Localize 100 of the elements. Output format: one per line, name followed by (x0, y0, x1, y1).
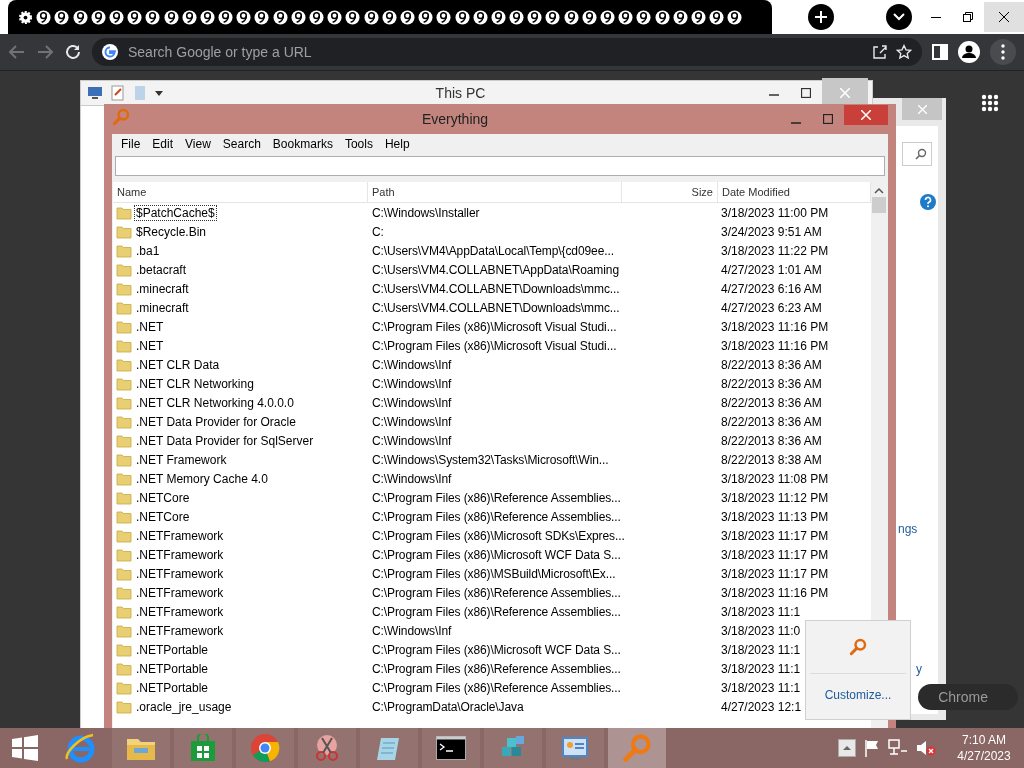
tab-favicon-icon[interactable] (127, 9, 143, 25)
flag-icon[interactable] (864, 739, 880, 757)
side-panel-icon[interactable] (932, 44, 948, 60)
file-name[interactable]: .NETFramework (135, 604, 225, 619)
column-header[interactable]: Name (113, 182, 368, 202)
profile-icon[interactable] (958, 41, 980, 63)
menu-item[interactable]: Edit (146, 137, 180, 151)
tab-favicon-icon[interactable] (272, 9, 288, 25)
tab-favicon-icon[interactable] (72, 9, 88, 25)
tab-favicon-icon[interactable] (163, 9, 179, 25)
file-name[interactable]: .NET Framework (135, 452, 228, 467)
file-name[interactable]: .NET Data Provider for Oracle (135, 414, 297, 429)
help-icon[interactable] (920, 194, 936, 210)
tab-favicon-icon[interactable] (454, 9, 470, 25)
star-icon[interactable] (896, 44, 912, 60)
file-name[interactable]: .NETFramework (135, 547, 225, 562)
windows-logo-icon[interactable] (12, 735, 38, 761)
volume-muted-icon[interactable] (916, 739, 936, 757)
column-header[interactable]: Path (368, 182, 622, 202)
tab-favicon-icon[interactable] (727, 9, 743, 25)
taskbar-button[interactable] (422, 728, 480, 768)
caret-icon[interactable] (155, 89, 163, 97)
tab-favicon-icon[interactable] (490, 9, 506, 25)
file-name[interactable]: .NET CLR Networking 4.0.0.0 (135, 395, 295, 410)
column-header[interactable]: Size (622, 182, 718, 202)
menu-icon[interactable] (990, 39, 1016, 65)
link-fragment[interactable]: y (916, 662, 922, 676)
file-name[interactable]: .NETFramework (135, 566, 225, 581)
file-name[interactable]: .NETPortable (135, 661, 210, 676)
tab-favicon-icon[interactable] (581, 9, 597, 25)
tab-favicon-icon[interactable] (199, 9, 215, 25)
menu-item[interactable]: Help (378, 137, 416, 151)
tab-search-button[interactable] (886, 4, 912, 30)
scroll-thumb[interactable] (872, 197, 886, 213)
scroll-up-icon[interactable] (874, 187, 884, 195)
tab-favicon-icon[interactable] (345, 9, 361, 25)
tab-favicon-icon[interactable] (709, 9, 725, 25)
network-icon[interactable] (888, 739, 908, 757)
address-bar[interactable]: Search Google or type a URL (92, 38, 922, 66)
close-button[interactable] (844, 105, 888, 125)
tab-favicon-icon[interactable] (218, 9, 234, 25)
file-name[interactable]: .NET CLR Networking (135, 376, 255, 391)
file-name[interactable]: .NETFramework (135, 585, 225, 600)
show-hidden-icons-icon[interactable] (838, 739, 856, 757)
tab-favicon-icon[interactable] (108, 9, 124, 25)
file-name[interactable]: .NETPortable (135, 642, 210, 657)
settings-link[interactable]: ngs (898, 522, 918, 536)
file-name[interactable]: .oracle_jre_usage (135, 699, 233, 714)
tab-favicon-icon[interactable] (654, 9, 670, 25)
tab-favicon-icon[interactable] (600, 9, 615, 25)
tab-favicon-icon[interactable] (418, 9, 434, 25)
tab-favicon-icon[interactable] (381, 9, 397, 25)
file-name[interactable]: .minecraft (135, 281, 190, 296)
tab-favicon-icon[interactable] (618, 9, 634, 25)
search-field[interactable] (902, 142, 932, 166)
tab-favicon-icon[interactable] (690, 9, 706, 25)
file-name[interactable]: .NETFramework (135, 623, 225, 638)
back-icon[interactable] (8, 43, 26, 61)
search-field[interactable] (115, 156, 885, 176)
file-name[interactable]: .betacraft (135, 262, 188, 277)
properties-icon[interactable] (111, 85, 125, 101)
file-name[interactable]: .NETCore (135, 509, 191, 524)
tab-favicon-icon[interactable] (363, 9, 379, 25)
tab-favicon-icon[interactable] (563, 9, 579, 25)
tab-favicon-icon[interactable] (36, 9, 52, 25)
tab-favicon-icon[interactable] (145, 9, 161, 25)
tab-favicon-icon[interactable] (472, 9, 488, 25)
menu-item[interactable]: View (179, 137, 217, 151)
file-name[interactable]: .NET (135, 338, 165, 353)
tab-favicon-icon[interactable] (54, 9, 70, 25)
tab-favicon-icon[interactable] (672, 9, 688, 25)
tab-favicon-icon[interactable] (90, 9, 106, 25)
tab-favicon-icon[interactable] (254, 9, 270, 25)
internet-explorer-icon[interactable] (65, 733, 97, 763)
menu-item[interactable]: Search (216, 137, 267, 151)
file-name[interactable]: .NET (135, 319, 165, 334)
file-name[interactable]: .NET Data Provider for SqlServer (135, 433, 315, 448)
gear-icon[interactable] (18, 9, 33, 25)
tab-favicon-icon[interactable] (327, 9, 343, 25)
file-name[interactable]: .ba1 (135, 243, 161, 258)
file-name[interactable]: .NET Memory Cache 4.0 (135, 471, 269, 486)
file-name[interactable]: .NETPortable (135, 680, 210, 695)
apps-grid-icon[interactable] (981, 94, 999, 112)
file-name[interactable]: .NETCore (135, 490, 191, 505)
customize-link[interactable]: Customize... (806, 688, 910, 702)
tab-favicon-icon[interactable] (236, 9, 252, 25)
tab-favicon-icon[interactable] (309, 9, 324, 25)
tab-favicon-icon[interactable] (290, 9, 306, 25)
file-name[interactable]: $Recycle.Bin (135, 224, 208, 239)
tab-favicon-icon[interactable] (509, 9, 525, 25)
file-name[interactable]: $PatchCache$ (135, 205, 216, 220)
menu-item[interactable]: Tools (338, 137, 379, 151)
chrome-pill[interactable]: Chrome (918, 684, 1018, 710)
file-name[interactable]: .NETFramework (135, 528, 225, 543)
reload-icon[interactable] (64, 43, 82, 61)
tab-favicon-icon[interactable] (436, 9, 452, 25)
menu-item[interactable]: Bookmarks (266, 137, 339, 151)
file-name[interactable]: .NET CLR Data (135, 357, 221, 372)
share-icon[interactable] (872, 44, 888, 60)
menu-item[interactable]: File (115, 137, 147, 151)
